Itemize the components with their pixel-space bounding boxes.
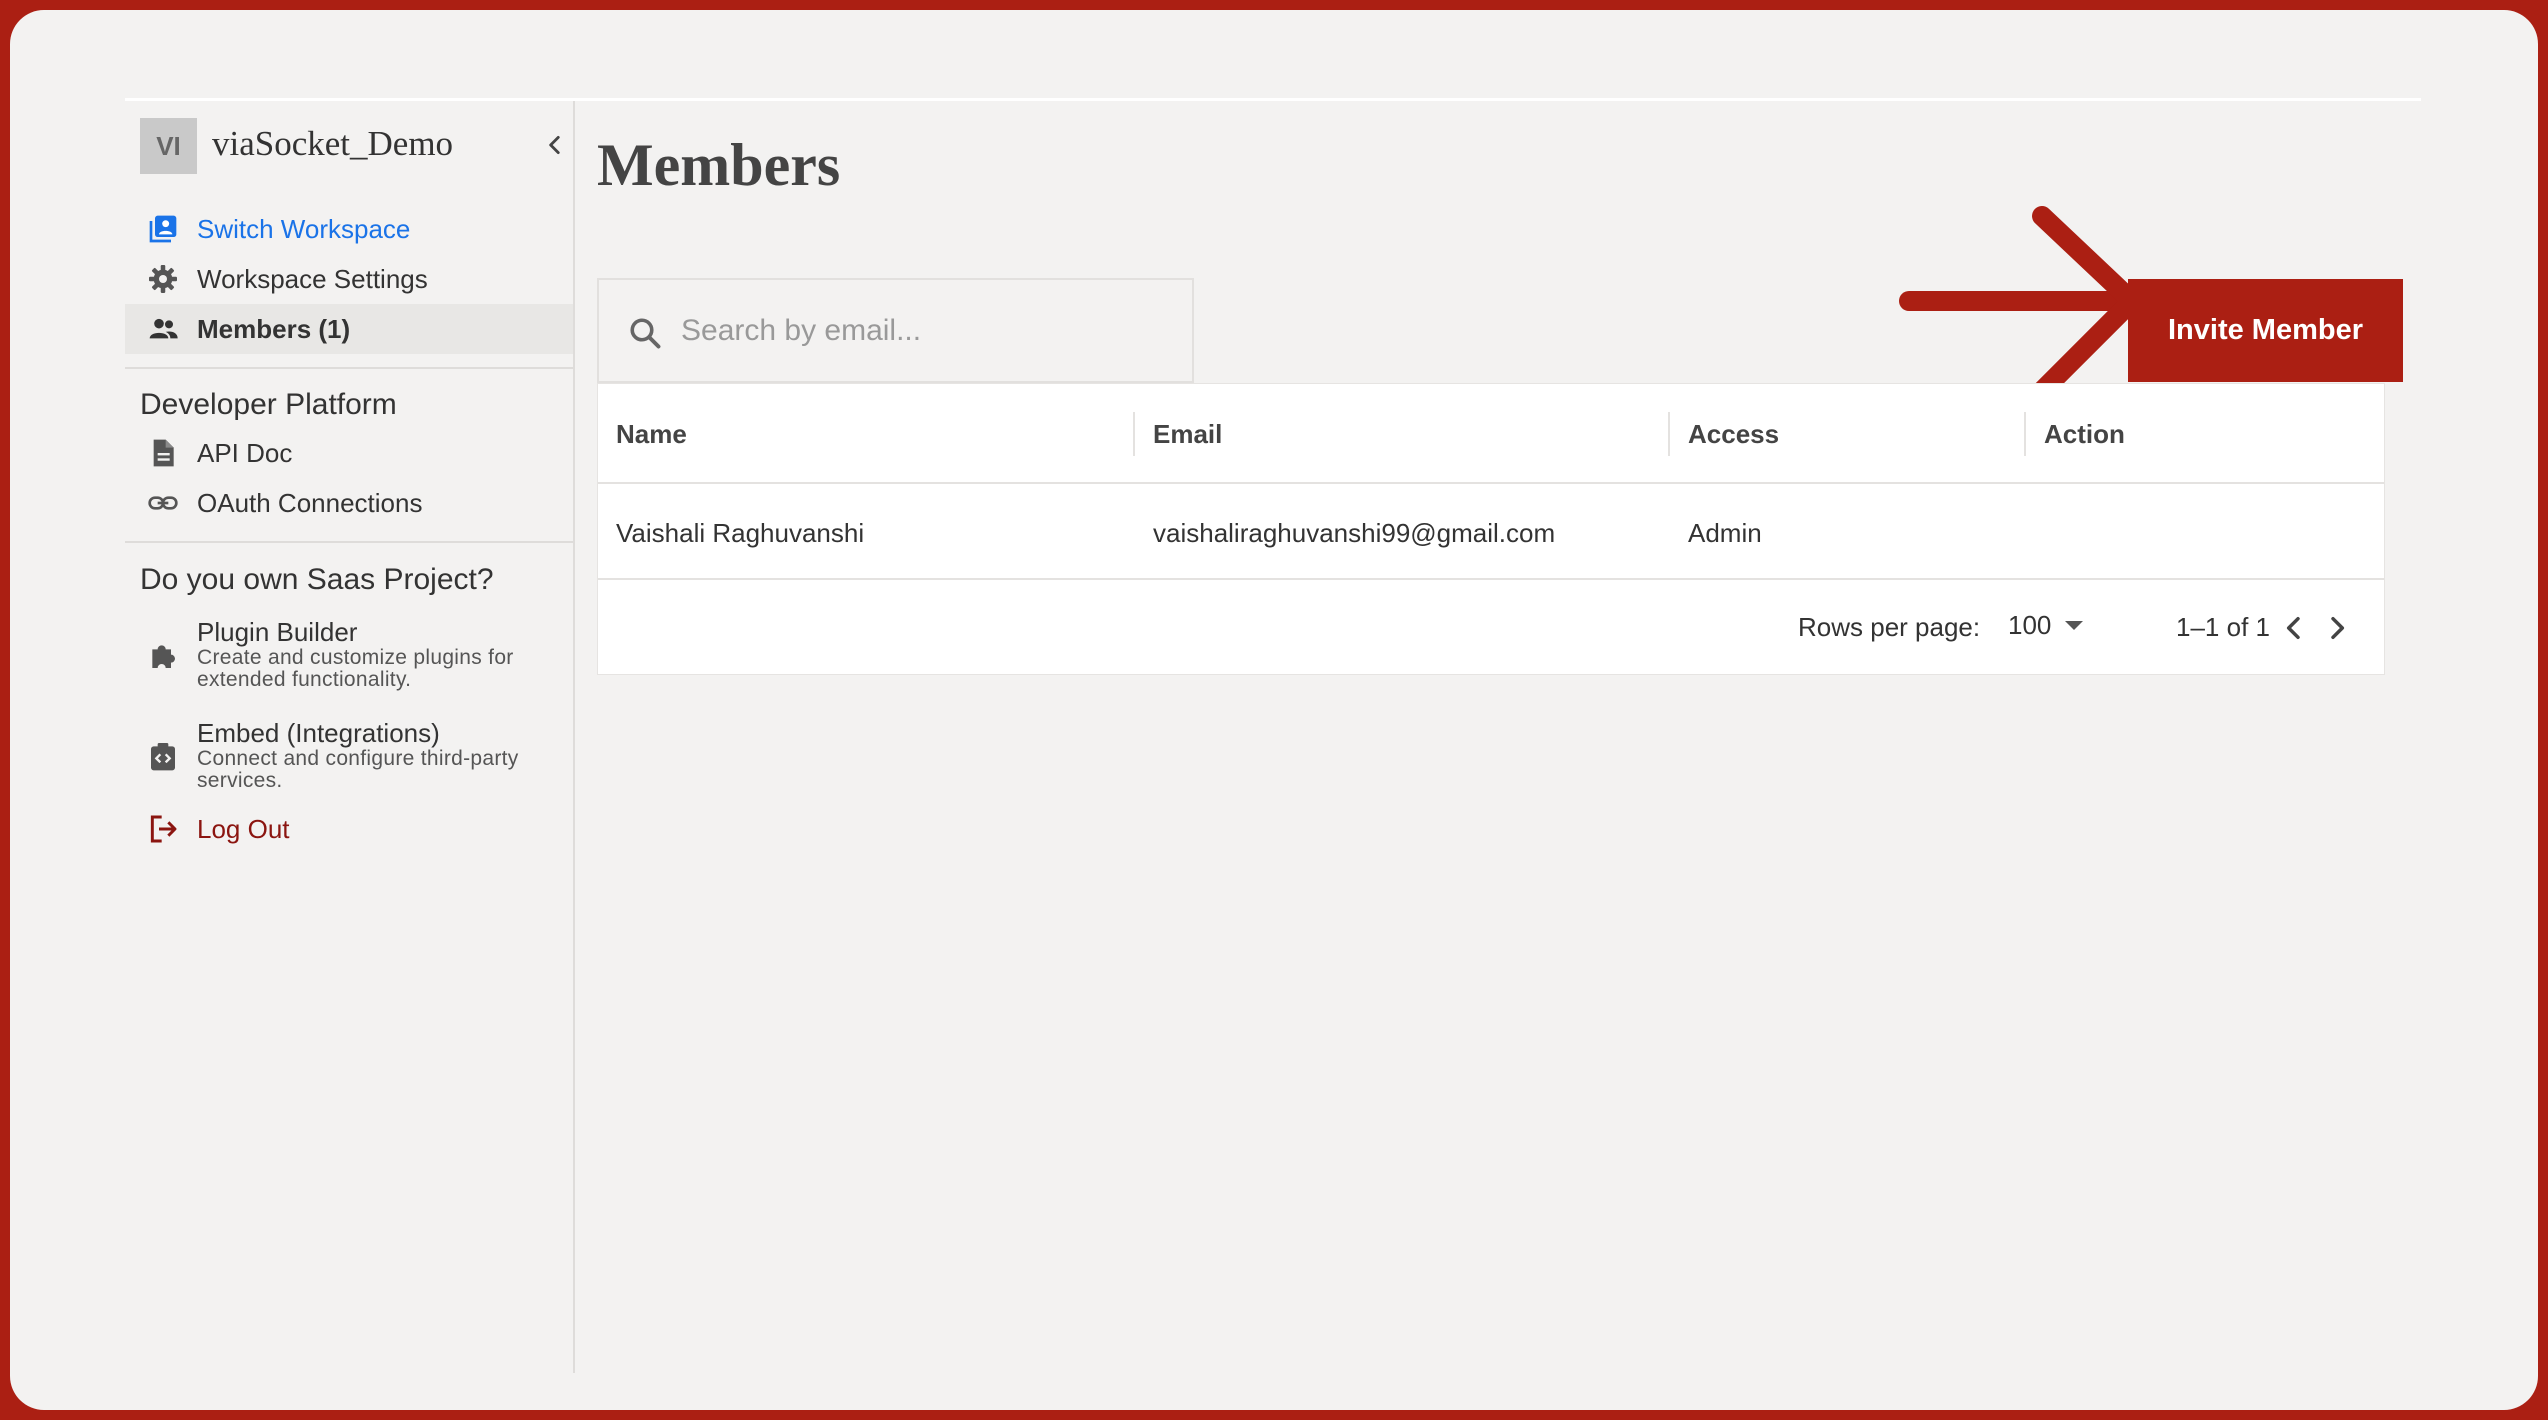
chevron-right-icon[interactable] <box>2321 612 2353 644</box>
workspace-name: viaSocket_Demo <box>212 124 454 163</box>
embed-integrations-title: Embed (Integrations) <box>197 718 440 748</box>
switch-workspace-icon <box>149 215 177 243</box>
main-content: Members Invite Member Name Email <box>577 101 2421 1373</box>
people-icon <box>149 318 178 339</box>
sidebar-item-workspace-settings[interactable]: Workspace Settings <box>125 254 573 304</box>
screenshot-frame: VI viaSocket_Demo Switch Workspace Works… <box>10 10 2538 1410</box>
column-header-access[interactable]: Access <box>1670 384 2024 484</box>
search-input[interactable] <box>681 280 1181 381</box>
logout-icon <box>150 815 177 843</box>
sidebar-item-switch-workspace[interactable]: Switch Workspace <box>125 204 573 254</box>
sidebar-item-api-doc[interactable]: API Doc <box>125 428 573 478</box>
cell-access: Admin <box>1688 517 1762 548</box>
table-pagination: Rows per page: 100 1–1 of 1 <box>598 582 2384 676</box>
sidebar-item-plugin-builder[interactable]: Plugin Builder Create and customize plug… <box>125 617 573 691</box>
saas-project-heading: Do you own Saas Project? <box>140 563 494 596</box>
chevron-left-icon[interactable] <box>542 132 568 158</box>
column-header-email[interactable]: Email <box>1135 384 1668 484</box>
sidebar-item-label: OAuth Connections <box>197 487 423 518</box>
sidebar-item-members[interactable]: Members (1) <box>125 304 573 354</box>
embed-integrations-description: Connect and configure third-party servic… <box>197 747 519 792</box>
column-header-name[interactable]: Name <box>598 384 1133 484</box>
table-header: Name Email Access Action <box>598 384 2384 484</box>
sidebar-item-label: Workspace Settings <box>197 263 428 294</box>
cell-name: Vaishali Raghuvanshi <box>616 517 865 548</box>
column-header-action[interactable]: Action <box>2026 384 2384 484</box>
sidebar-item-embed-integrations[interactable]: Embed (Integrations) Connect and configu… <box>125 718 573 792</box>
cell-action <box>2026 486 2044 580</box>
sidebar-divider <box>125 541 573 543</box>
workspace-header: VI viaSocket_Demo <box>140 118 560 174</box>
cell-email: vaishaliraghuvanshi99@gmail.com <box>1153 517 1556 548</box>
page-title: Members <box>597 132 841 198</box>
plugin-builder-description: Create and customize plugins for extende… <box>197 646 514 691</box>
link-icon <box>148 496 178 510</box>
annotation-arrow-icon <box>1899 206 2142 401</box>
gear-icon <box>149 265 177 293</box>
sidebar-item-label: API Doc <box>197 437 293 468</box>
puzzle-icon <box>152 645 175 668</box>
table-row[interactable]: Vaishali Raghuvanshi vaishaliraghuvanshi… <box>598 486 2384 580</box>
rows-per-page-label: Rows per page: <box>1798 612 1981 642</box>
invite-member-button[interactable]: Invite Member <box>2128 279 2403 382</box>
sidebar-item-label: Members (1) <box>197 313 351 344</box>
sidebar-divider <box>125 367 573 369</box>
pagination-range: 1–1 of 1 <box>2176 612 2270 642</box>
chevron-left-icon[interactable] <box>2278 612 2310 644</box>
document-icon <box>153 439 174 467</box>
search-box[interactable] <box>597 278 1194 383</box>
app-window: VI viaSocket_Demo Switch Workspace Works… <box>125 98 2421 1373</box>
sidebar-item-label: Switch Workspace <box>197 213 411 244</box>
search-icon <box>630 318 661 349</box>
sidebar-item-log-out[interactable]: Log Out <box>125 804 573 854</box>
sidebar-item-oauth-connections[interactable]: OAuth Connections <box>125 478 573 528</box>
plugin-builder-title: Plugin Builder <box>197 617 358 647</box>
sidebar: VI viaSocket_Demo Switch Workspace Works… <box>125 101 575 1373</box>
caret-down-icon <box>2065 621 2084 630</box>
members-table: Name Email Access Action Vaishali Raghuv… <box>597 383 2385 675</box>
workspace-avatar: VI <box>140 118 197 174</box>
sidebar-item-label: Log Out <box>197 813 290 844</box>
embed-icon <box>151 743 175 771</box>
developer-platform-heading: Developer Platform <box>140 388 397 421</box>
rows-per-page-select[interactable]: 100 <box>2008 610 2084 641</box>
rows-per-page-value: 100 <box>2008 610 2052 640</box>
